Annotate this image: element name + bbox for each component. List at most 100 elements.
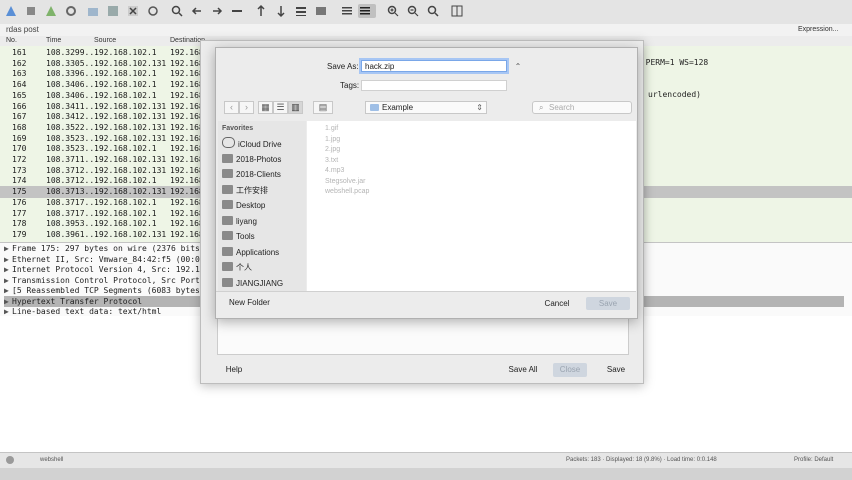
list-view-icon[interactable]: [340, 4, 354, 18]
disclosure-triangle-icon[interactable]: ▶: [4, 264, 12, 275]
finder-sidebar: Favorites iCloud Drive 2018-Photos 2018-Cl…: [218, 121, 306, 291]
zoom-normal-icon[interactable]: [426, 4, 440, 18]
find-packet-icon[interactable]: [170, 4, 184, 18]
restart-capture-icon[interactable]: [44, 4, 58, 18]
favorites-heading: Favorites: [222, 125, 254, 132]
disclosure-triangle-icon[interactable]: ▶: [4, 243, 12, 254]
detail-tree-label: [5 Reassembled TCP Segments (6083 bytes)…: [12, 286, 210, 295]
sidebar-item[interactable]: Desktop: [222, 199, 306, 213]
column-header-time[interactable]: Time: [46, 37, 61, 44]
auto-scroll-icon[interactable]: [294, 4, 308, 18]
file-item: Stegsolve.jar: [325, 177, 366, 185]
reload-icon[interactable]: [146, 4, 160, 18]
main-toolbar: [0, 0, 852, 25]
packet-info-text: urlencoded): [648, 90, 701, 99]
sidebar-item[interactable]: Applications: [222, 246, 306, 260]
folder-icon: [222, 169, 233, 178]
back-nav-icon[interactable]: ‹: [224, 101, 239, 114]
packet-cell-time: 108.3961...: [46, 229, 99, 239]
back-arrow-icon[interactable]: [190, 4, 204, 18]
icon-view-icon[interactable]: ▦: [258, 101, 273, 114]
close-file-icon[interactable]: [126, 4, 140, 18]
disclosure-triangle-icon[interactable]: ▶: [4, 254, 12, 265]
save-as-label: Save As:: [327, 62, 359, 71]
applications-icon: [222, 246, 233, 256]
resize-columns-icon[interactable]: [450, 4, 464, 18]
sidebar-item-label: 个人: [236, 263, 252, 272]
status-profile[interactable]: Profile: Default: [794, 457, 833, 463]
home-icon: [222, 215, 233, 225]
new-folder-button[interactable]: New Folder: [229, 298, 270, 307]
list-view-icon[interactable]: ☰: [273, 101, 288, 114]
file-item: 1.jpg: [325, 135, 341, 143]
zoom-in-icon[interactable]: [386, 4, 400, 18]
filename-field[interactable]: hack.zip: [361, 60, 507, 72]
detail-tree-label: Line-based text data: text/html: [12, 307, 162, 316]
file-item: 2.jpg: [325, 146, 341, 153]
sidebar-item-label: 工作安排: [236, 185, 268, 195]
column-header-source[interactable]: Source: [94, 37, 116, 44]
detail-tree-label: Transmission Control Protocol, Src Port:: [12, 275, 205, 285]
capture-options-icon[interactable]: [64, 4, 78, 18]
help-button[interactable]: Help: [219, 363, 249, 377]
last-packet-icon[interactable]: [274, 4, 288, 18]
zoom-out-icon[interactable]: [406, 4, 420, 18]
stop-capture-icon[interactable]: [24, 4, 38, 18]
shark-fin-start-icon[interactable]: [4, 4, 18, 18]
lines-view-icon[interactable]: [358, 4, 376, 18]
column-header-no[interactable]: No.: [6, 37, 17, 44]
detail-tree-label: Frame 175: 297 bytes on wire (2376 bits)…: [12, 244, 210, 253]
group-view-icon[interactable]: ▤: [313, 101, 333, 114]
column-view-icon[interactable]: ▥: [288, 101, 303, 114]
folder-icon: [222, 153, 233, 163]
disclosure-triangle-icon[interactable]: ▶: [4, 296, 12, 307]
tags-field[interactable]: [361, 80, 507, 91]
search-field[interactable]: ⌕ Search: [532, 101, 632, 114]
forward-arrow-icon[interactable]: [210, 4, 224, 18]
sidebar-item[interactable]: liyang: [222, 215, 306, 229]
expand-chevron-icon[interactable]: ⌃: [512, 61, 524, 72]
status-packets: Packets: 183 · Displayed: 18 (9.8%) · Lo…: [566, 457, 717, 463]
sidebar-item[interactable]: Tools: [222, 230, 306, 244]
folder-icon: [370, 104, 379, 111]
file-item: 4.mp3: [325, 167, 345, 174]
sidebar-item[interactable]: 工作安排: [222, 184, 306, 198]
sidebar-item-label: JIANGJIANG: [236, 278, 284, 288]
cancel-button[interactable]: Cancel: [537, 297, 577, 310]
status-bar: webshell Packets: 183 · Displayed: 18 (9…: [0, 452, 852, 469]
display-filter-input[interactable]: rdas post: [6, 25, 39, 34]
save-file-icon[interactable]: [106, 4, 120, 18]
first-packet-icon[interactable]: [254, 4, 268, 18]
colorize-icon[interactable]: [314, 4, 328, 18]
cloud-icon: [222, 137, 235, 148]
save-button[interactable]: Save: [599, 363, 633, 377]
detail-tree-label: Hypertext Transfer Protocol: [12, 296, 143, 306]
disclosure-triangle-icon[interactable]: ▶: [4, 285, 12, 296]
save-button[interactable]: Save: [586, 297, 630, 310]
sidebar-item[interactable]: 2018-Photos: [222, 153, 306, 167]
sidebar-item[interactable]: iCloud Drive: [222, 137, 306, 151]
file-item: 1.gif: [325, 125, 339, 132]
sidebar-item[interactable]: 个人: [222, 261, 306, 275]
folder-icon: [222, 184, 233, 194]
folder-icon: [222, 231, 233, 240]
file-browser[interactable]: 1.gif 1.jpg 2.jpg 3.txt 4.mp3 Stegsolve.jar we…: [307, 121, 636, 291]
forward-nav-icon[interactable]: ›: [239, 101, 254, 114]
packet-cell-src: 192.168.102.131: [94, 229, 167, 239]
open-file-icon[interactable]: [86, 4, 100, 18]
bottom-strip: [0, 468, 852, 480]
expression-button[interactable]: Expression...: [798, 24, 838, 35]
sidebar-item[interactable]: 2018-Clients: [222, 168, 306, 182]
close-button[interactable]: Close: [553, 363, 587, 377]
go-to-packet-icon[interactable]: [230, 4, 244, 18]
location-popup[interactable]: Example ⇕: [365, 101, 487, 114]
disclosure-triangle-icon[interactable]: ▶: [4, 275, 12, 286]
tags-label: Tags:: [340, 81, 360, 90]
updown-chevron-icon: ⇕: [476, 103, 483, 112]
sidebar-item[interactable]: JIANGJIANG: [222, 277, 306, 291]
file-item: webshell.pcap: [325, 188, 370, 195]
folder-icon: [222, 277, 233, 287]
packet-info-text: K PERM=1 WS=128: [636, 58, 709, 67]
save-all-button[interactable]: Save All: [501, 363, 545, 377]
sidebar-item-label: iCloud Drive: [238, 140, 282, 149]
